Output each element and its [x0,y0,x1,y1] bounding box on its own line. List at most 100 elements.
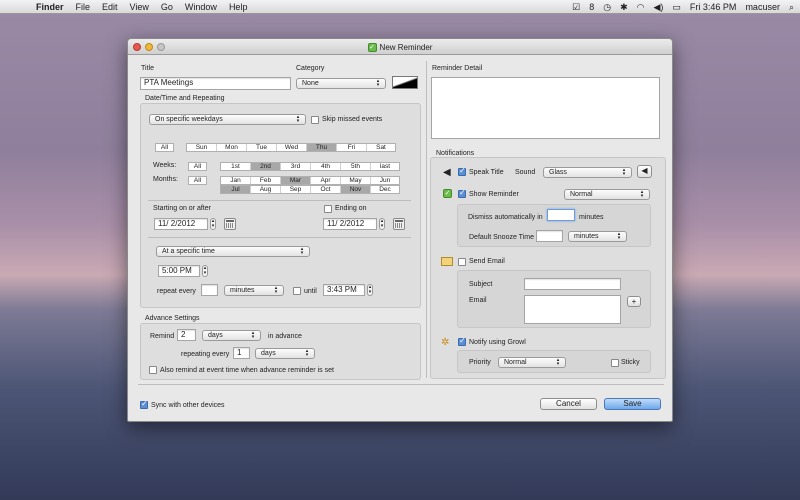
months-all-segment[interactable]: All [188,176,207,185]
sync-checkbox[interactable] [140,399,148,409]
ending-date-field[interactable]: 11/ 2/2012 [323,218,377,230]
menu-edit[interactable]: Edit [102,2,118,12]
month-feb[interactable]: Feb [251,177,281,184]
new-reminder-window: ✓ New Reminder Title PTA Meetings Catego… [127,38,673,422]
skip-missed-checkbox[interactable] [311,116,319,124]
month-jul[interactable]: Jul [221,186,251,193]
days-all-segment[interactable]: All [155,143,174,152]
time-field[interactable]: 5:00 PM [158,265,200,277]
snooze-input[interactable] [536,230,563,242]
month-all[interactable]: All [189,177,206,184]
month-jun[interactable]: Jun [371,177,399,184]
month-nov[interactable]: Nov [341,186,371,193]
sound-popup[interactable]: Glass [543,167,632,178]
category-color-well[interactable] [392,76,418,89]
remind-unit-popup[interactable]: days [202,330,261,341]
reminder-status-icon[interactable]: ☑ [572,2,580,13]
months-segment-row1[interactable]: Jan Feb Mar Apr May Jun [220,176,400,185]
email-textarea[interactable] [524,295,621,324]
menu-view[interactable]: View [130,2,149,12]
add-email-button[interactable]: + [627,296,641,307]
day-sun[interactable]: Sun [187,144,217,151]
week-last[interactable]: last [371,163,399,170]
menu-file[interactable]: File [76,2,91,12]
month-sep[interactable]: Sep [281,186,311,193]
menu-clock[interactable]: Fri 3:46 PM [690,2,737,12]
weeks-segment[interactable]: 1st 2nd 3rd 4th 5th last [220,162,400,171]
reminder-detail-textarea[interactable] [431,77,660,139]
sticky-checkbox[interactable] [611,359,619,367]
repeating-every-input[interactable]: 1 [233,347,250,359]
day-sat[interactable]: Sat [367,144,395,151]
notification-status-icon[interactable]: 8 [589,2,594,12]
priority-popup[interactable]: Normal [498,357,566,368]
menu-go[interactable]: Go [161,2,173,12]
day-all[interactable]: All [156,144,173,151]
save-button[interactable]: Save [604,398,661,410]
also-remind-checkbox[interactable] [149,366,157,374]
play-sound-button[interactable]: ◀ [637,165,652,178]
week-all[interactable]: All [189,163,206,170]
subject-input[interactable] [524,278,621,290]
menu-help[interactable]: Help [229,2,248,12]
month-oct[interactable]: Oct [311,186,341,193]
menu-window[interactable]: Window [185,2,217,12]
weeks-all-segment[interactable]: All [188,162,207,171]
send-email-checkbox[interactable] [458,258,466,266]
notify-growl-checkbox[interactable] [458,336,466,346]
repeat-mode-popup[interactable]: On specific weekdays [149,114,306,125]
title-input[interactable]: PTA Meetings [140,77,291,90]
category-popup[interactable]: None [296,78,386,89]
starting-calendar-icon[interactable] [224,218,236,230]
months-segment-row2[interactable]: Jul Aug Sep Oct Nov Dec [220,185,400,194]
week-4th[interactable]: 4th [311,163,341,170]
day-wed[interactable]: Wed [277,144,307,151]
ending-checkbox[interactable] [324,205,332,213]
until-time-stepper[interactable]: ▴ ▾ [367,284,373,296]
snooze-unit-popup[interactable]: minutes [568,231,627,242]
starting-date-field[interactable]: 11/ 2/2012 [154,218,208,230]
close-window-button[interactable] [133,43,141,51]
menu-user[interactable]: macuser [745,2,780,12]
week-1st[interactable]: 1st [221,163,251,170]
time-machine-icon[interactable]: ◷ [603,2,611,13]
day-mon[interactable]: Mon [217,144,247,151]
menu-app-name[interactable]: Finder [36,2,64,12]
repeating-unit-popup[interactable]: days [255,348,315,359]
minimize-window-button[interactable] [145,43,153,51]
dismiss-input[interactable] [547,209,575,221]
days-segment[interactable]: Sun Mon Tue Wed Thu Fri Sat [186,143,396,152]
remind-input[interactable]: 2 [177,329,196,341]
spotlight-icon[interactable]: ⌕ [789,2,794,13]
battery-icon[interactable]: ▭ [672,2,681,13]
starting-date-stepper[interactable]: ▴ ▾ [210,218,216,230]
until-checkbox[interactable] [293,287,301,295]
ending-calendar-icon[interactable] [393,218,405,230]
speak-title-checkbox[interactable] [458,166,466,176]
month-jan[interactable]: Jan [221,177,251,184]
show-reminder-mode-popup[interactable]: Normal [564,189,650,200]
week-3rd[interactable]: 3rd [281,163,311,170]
show-reminder-checkbox[interactable] [458,188,466,198]
time-stepper[interactable]: ▴ ▾ [202,265,208,277]
week-5th[interactable]: 5th [341,163,371,170]
ending-date-stepper[interactable]: ▴ ▾ [379,218,385,230]
month-may[interactable]: May [341,177,371,184]
repeat-unit-popup[interactable]: minutes [224,285,284,296]
volume-icon[interactable]: ◀) [653,2,663,13]
month-apr[interactable]: Apr [311,177,341,184]
day-tue[interactable]: Tue [247,144,277,151]
day-fri[interactable]: Fri [337,144,367,151]
repeat-every-input[interactable] [201,284,218,296]
month-aug[interactable]: Aug [251,186,281,193]
month-dec[interactable]: Dec [371,186,399,193]
bluetooth-icon[interactable]: ✱ [620,2,628,13]
cancel-button[interactable]: Cancel [540,398,597,410]
week-2nd[interactable]: 2nd [251,163,281,170]
until-time-field[interactable]: 3:43 PM [323,284,365,296]
time-mode-popup[interactable]: At a specific time [156,246,310,257]
day-thu[interactable]: Thu [307,144,337,151]
wifi-icon[interactable]: ◠ [637,2,645,13]
zoom-window-button[interactable] [157,43,165,51]
month-mar[interactable]: Mar [281,177,311,184]
